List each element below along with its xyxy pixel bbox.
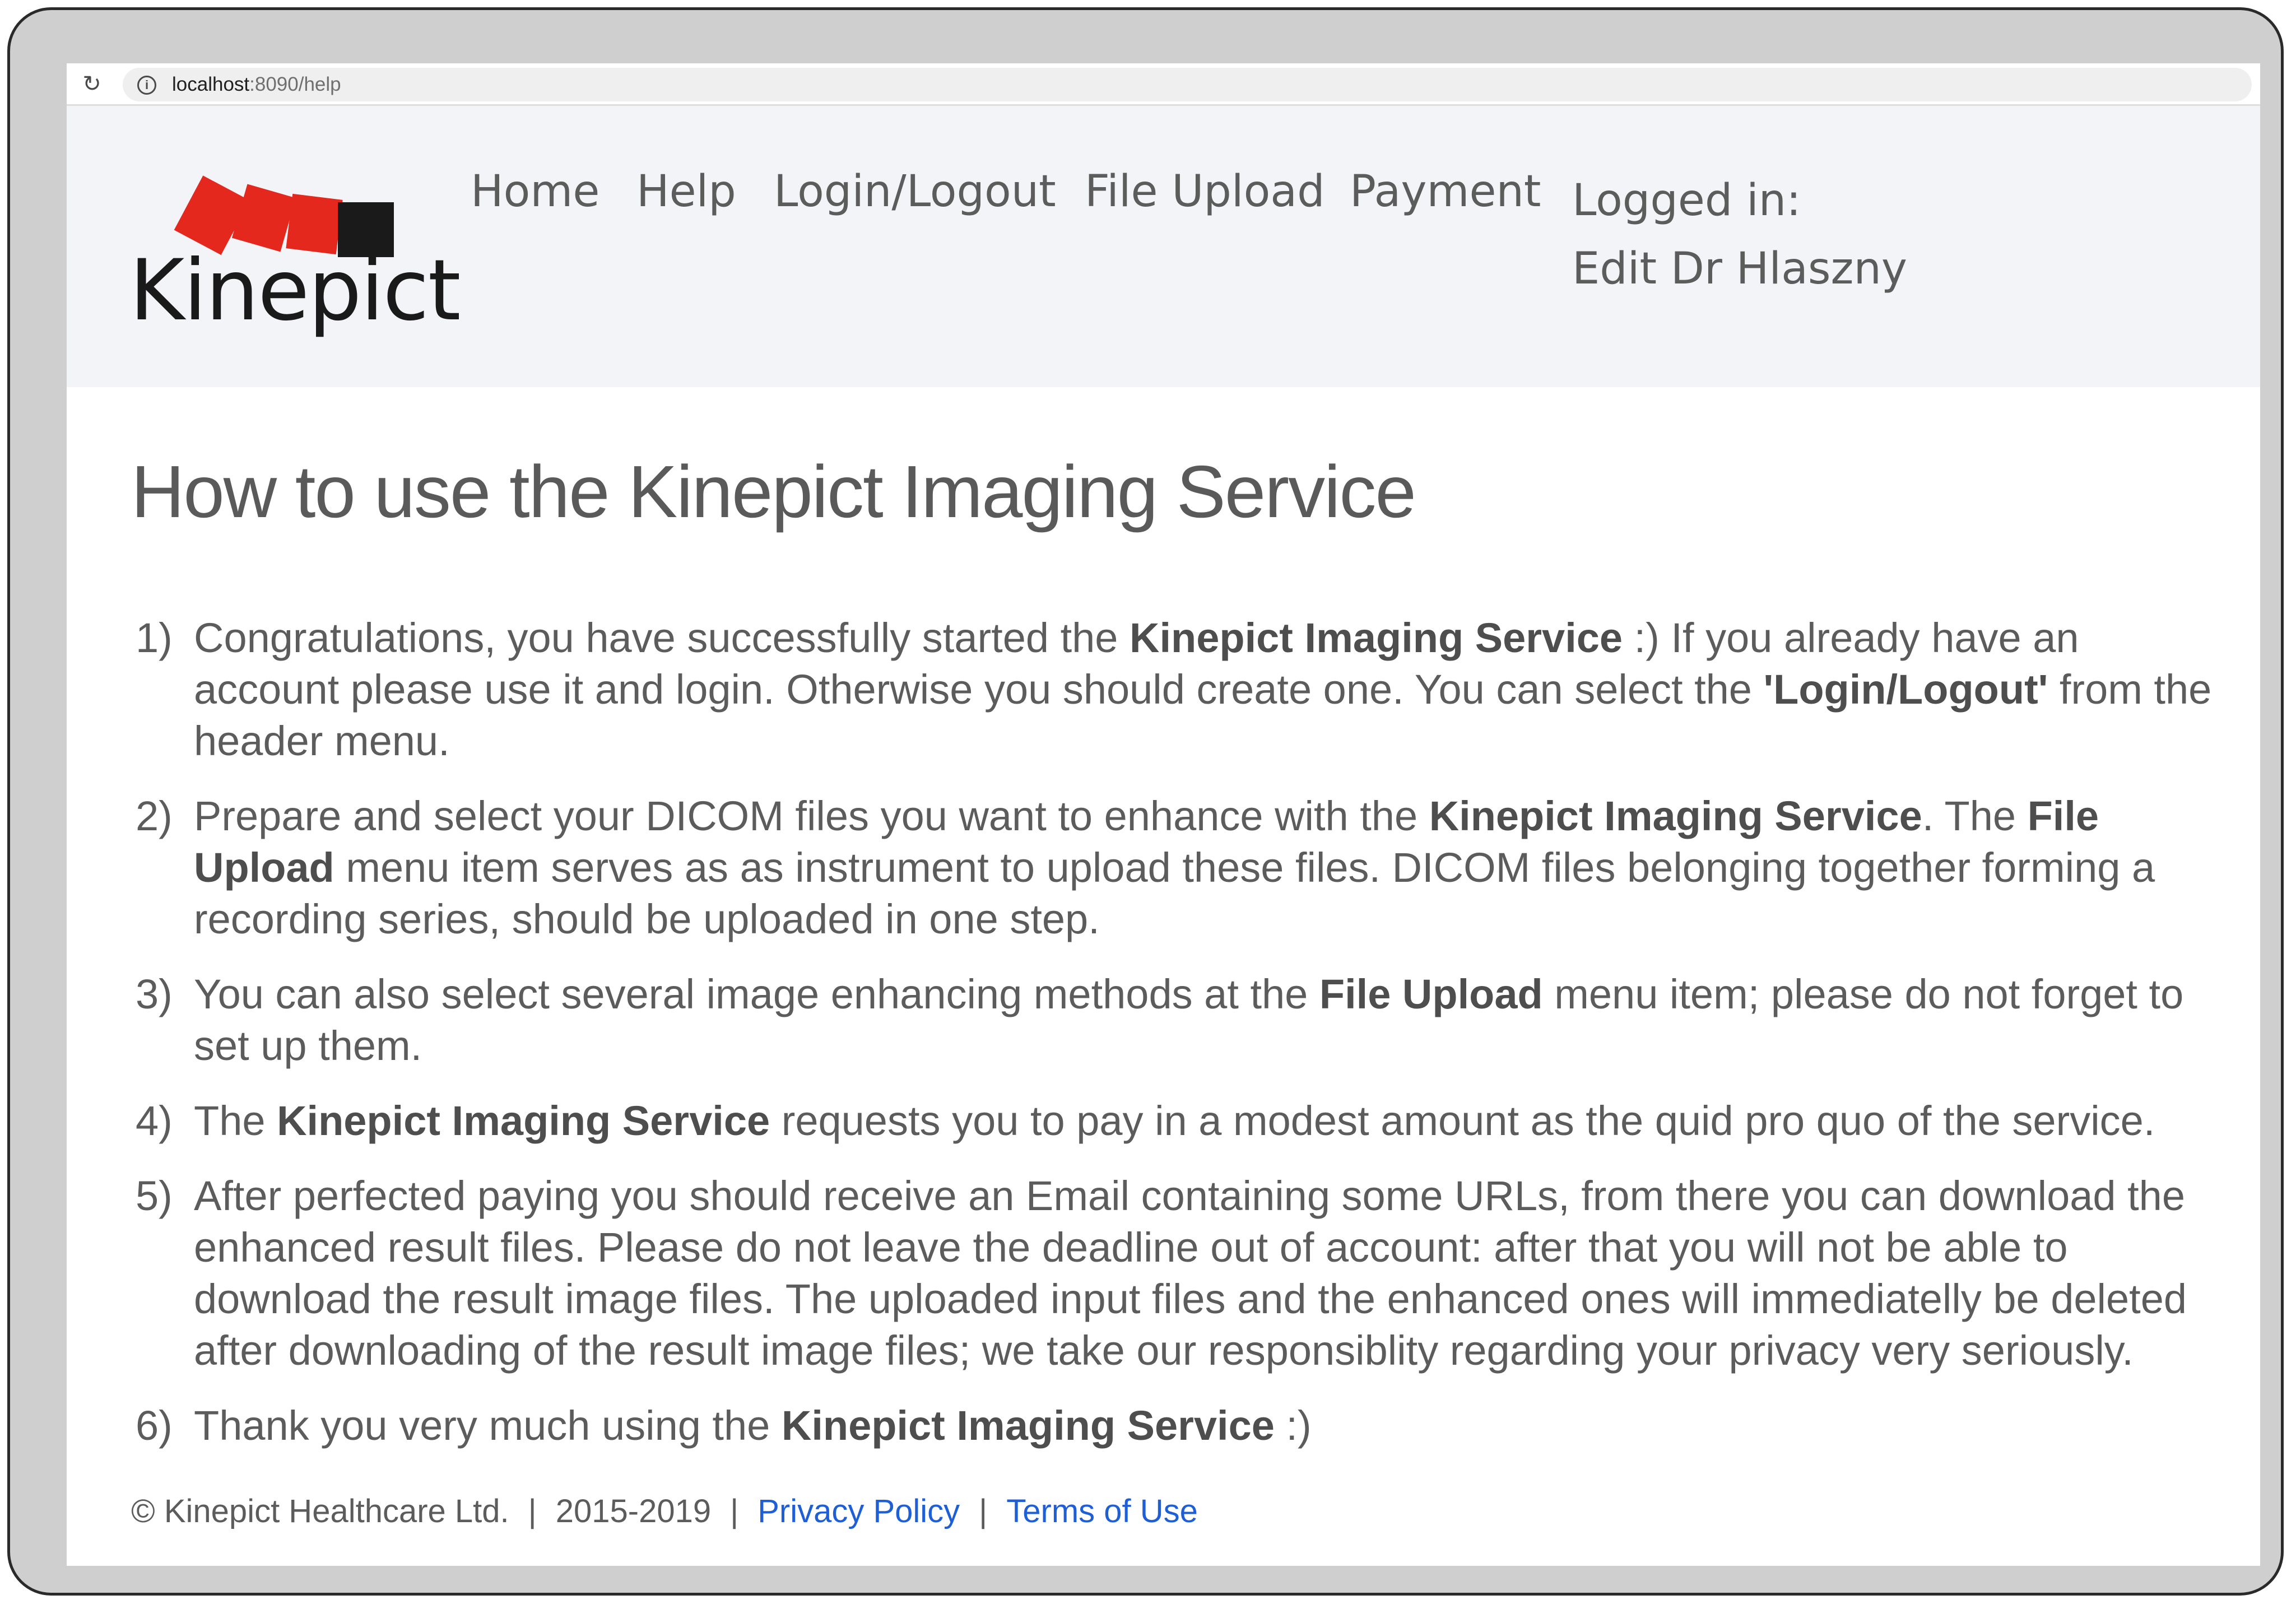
help-content: How to use the Kinepict Imaging Service … bbox=[131, 450, 2215, 1475]
logged-in-user: Edit Dr Hlaszny bbox=[1572, 244, 1908, 294]
step-text: Thank you very much using the bbox=[194, 1402, 782, 1449]
step-text: . The bbox=[1922, 793, 2028, 839]
terms-of-use-link[interactable]: Terms of Use bbox=[1006, 1493, 1198, 1529]
step-item: 4) The Kinepict Imaging Service requests … bbox=[131, 1095, 2215, 1147]
url-field[interactable]: i localhost:8090/help bbox=[123, 68, 2252, 101]
nav-help[interactable]: Help bbox=[636, 166, 736, 217]
step-item: 5) After perfected paying you should rece… bbox=[131, 1170, 2215, 1377]
step-emphasis: Kinepict Imaging Service bbox=[1130, 615, 1623, 661]
url-text[interactable]: localhost:8090/help bbox=[172, 75, 341, 95]
step-text: You can also select several image enhanc… bbox=[194, 971, 1319, 1017]
step-number: 4) bbox=[136, 1098, 173, 1144]
browser-window: ↻ i localhost:8090/help Kinepict Home He… bbox=[67, 63, 2260, 1566]
step-number: 3) bbox=[136, 971, 173, 1017]
site-footer: © Kinepict Healthcare Ltd. | 2015-2019 | Pri… bbox=[131, 1492, 1198, 1531]
step-text: Congratulations, you have successfully s… bbox=[194, 615, 1130, 661]
footer-years: 2015-2019 bbox=[555, 1493, 712, 1529]
step-text: requests you to pay in a modest amount a… bbox=[770, 1098, 2155, 1144]
kinepict-logo[interactable]: Kinepict bbox=[129, 162, 461, 347]
url-host: localhost bbox=[172, 73, 250, 95]
step-emphasis: 'Login/Logout' bbox=[1763, 666, 2048, 713]
step-number: 5) bbox=[136, 1173, 173, 1219]
nav-payment[interactable]: Payment bbox=[1350, 166, 1541, 217]
logged-in-status: Logged in: Edit Dr Hlaszny bbox=[1572, 166, 1907, 303]
step-item: 2) Prepare and select your DICOM files yo… bbox=[131, 790, 2215, 945]
step-number: 6) bbox=[136, 1402, 173, 1449]
step-item: 3) You can also select several image enha… bbox=[131, 969, 2215, 1072]
nav-file-upload[interactable]: File Upload bbox=[1085, 166, 1325, 217]
step-number: 1) bbox=[136, 615, 173, 661]
address-bar: ↻ i localhost:8090/help bbox=[67, 63, 2260, 106]
logo-text: Kinepict bbox=[129, 242, 461, 340]
info-icon[interactable]: i bbox=[137, 76, 156, 95]
step-item: 6) Thank you very much using the Kinepict… bbox=[131, 1400, 2215, 1452]
footer-separator: | bbox=[730, 1493, 739, 1529]
step-text: After perfected paying you should receiv… bbox=[194, 1173, 2187, 1374]
step-emphasis: Kinepict Imaging Service bbox=[781, 1402, 1275, 1449]
reload-icon[interactable]: ↻ bbox=[79, 71, 105, 97]
logged-in-label: Logged in: bbox=[1572, 175, 1801, 226]
device-frame: ↻ i localhost:8090/help Kinepict Home He… bbox=[7, 7, 2284, 1596]
step-text: Prepare and select your DICOM files you … bbox=[194, 793, 1429, 839]
nav-login-logout[interactable]: Login/Logout bbox=[774, 166, 1056, 217]
privacy-policy-link[interactable]: Privacy Policy bbox=[757, 1493, 960, 1529]
step-text: menu item serves as as instrument to upl… bbox=[194, 844, 2155, 942]
step-number: 2) bbox=[136, 793, 173, 839]
step-item: 1) Congratulations, you have successfully… bbox=[131, 612, 2215, 767]
url-path: :8090/help bbox=[249, 73, 341, 95]
steps-list: 1) Congratulations, you have successfully… bbox=[131, 612, 2215, 1452]
site-header: Kinepict Home Help Login/Logout File Upl… bbox=[67, 106, 2260, 387]
step-text: :) bbox=[1274, 1402, 1312, 1449]
step-emphasis: Kinepict Imaging Service bbox=[277, 1098, 770, 1144]
step-text: The bbox=[194, 1098, 277, 1144]
footer-separator: | bbox=[979, 1493, 988, 1529]
page-title: How to use the Kinepict Imaging Service bbox=[131, 450, 1416, 533]
footer-separator: | bbox=[528, 1493, 537, 1529]
step-emphasis: Kinepict Imaging Service bbox=[1429, 793, 1922, 839]
footer-copyright: © Kinepict Healthcare Ltd. bbox=[131, 1493, 509, 1529]
step-emphasis: File Upload bbox=[1319, 971, 1543, 1017]
nav-home[interactable]: Home bbox=[471, 166, 599, 217]
